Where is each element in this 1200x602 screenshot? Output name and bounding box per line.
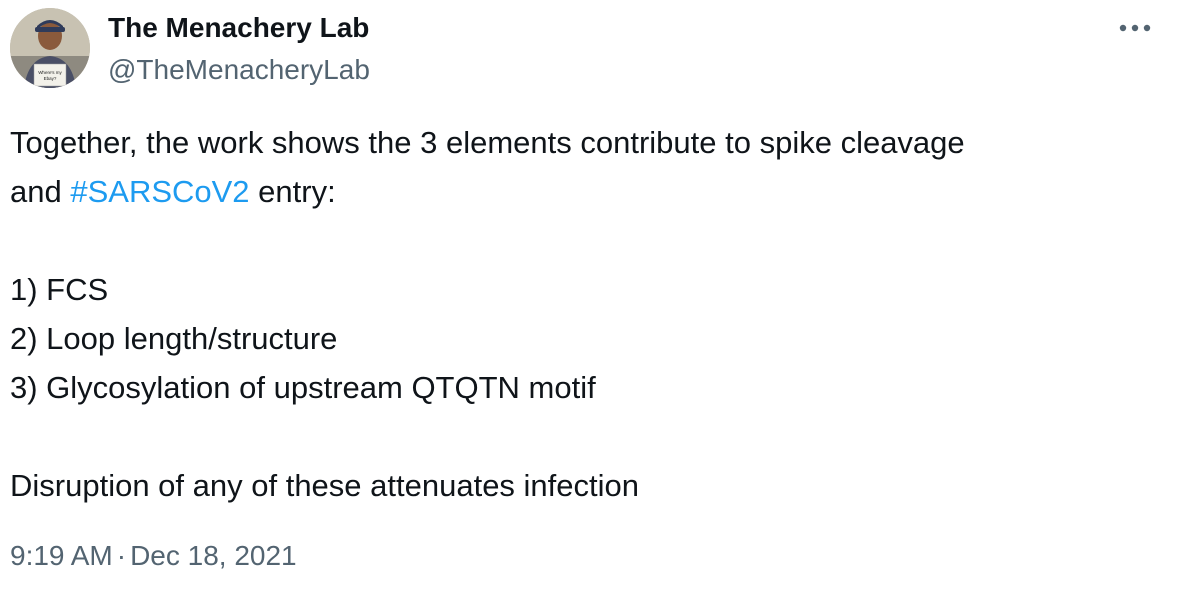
- avatar-photo: Where's my Ebay?: [10, 8, 90, 88]
- tweet-text: Together, the work shows the 3 elements …: [10, 118, 1180, 510]
- svg-text:Ebay?: Ebay?: [44, 76, 57, 81]
- text-fragment: entry:: [249, 174, 336, 209]
- avatar[interactable]: Where's my Ebay?: [10, 8, 90, 88]
- tweet-line: Together, the work shows the 3 elements …: [10, 125, 965, 160]
- text-fragment: and: [10, 174, 71, 209]
- tweet-time: 9:19 AM: [10, 540, 113, 571]
- tweet-timestamp[interactable]: 9:19 AM · Dec 18, 2021: [10, 538, 297, 574]
- tweet-date: Dec 18, 2021: [130, 540, 297, 571]
- svg-text:Where's my: Where's my: [38, 70, 62, 75]
- author-handle[interactable]: @TheMenacheryLab: [108, 52, 370, 88]
- tweet-card: Where's my Ebay? The Menachery Lab @TheM…: [0, 0, 1200, 602]
- tweet-conclusion: Disruption of any of these attenuates in…: [10, 468, 640, 503]
- list-item: 2) Loop length/structure: [10, 321, 338, 356]
- hashtag-link[interactable]: #SARSCoV2: [70, 174, 249, 209]
- tweet-line: and #SARSCoV2 entry:: [10, 167, 1180, 216]
- author-name[interactable]: The Menachery Lab: [108, 10, 369, 46]
- list-item: 3) Glycosylation of upstream QTQTN motif: [10, 370, 596, 405]
- more-options-button[interactable]: [1110, 12, 1160, 44]
- more-horizontal-icon: [1119, 24, 1151, 32]
- separator: ·: [116, 540, 127, 571]
- list-item: 1) FCS: [10, 272, 109, 307]
